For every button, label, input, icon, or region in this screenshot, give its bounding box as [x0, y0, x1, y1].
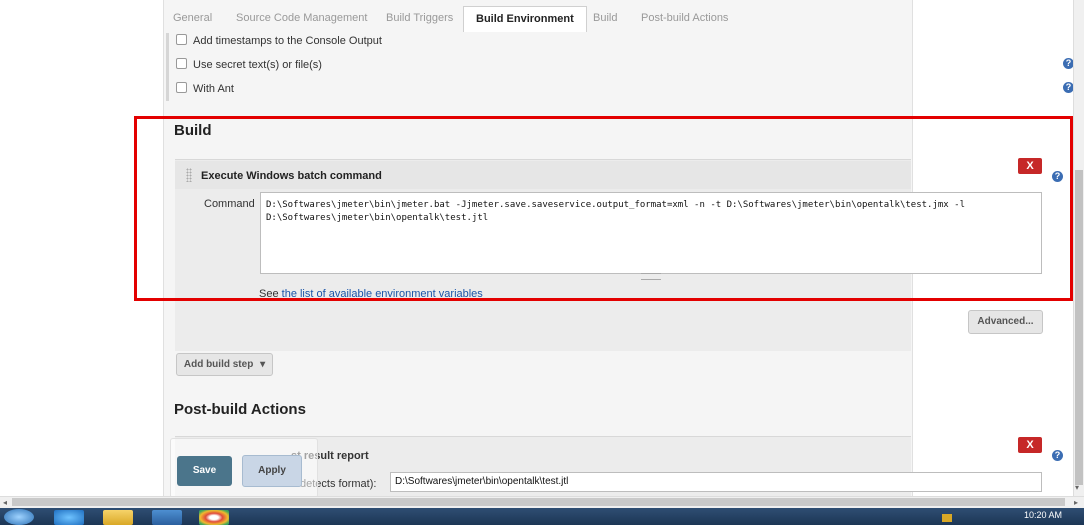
scroll-right-icon[interactable]: ▸: [1074, 498, 1078, 507]
option-with-ant[interactable]: With Ant: [176, 81, 234, 97]
tab-post-build-actions[interactable]: Post-build Actions: [641, 6, 728, 31]
add-build-step-button[interactable]: Add build step ▾: [176, 353, 273, 376]
save-button[interactable]: Save: [177, 456, 232, 486]
tray-icon[interactable]: [942, 514, 952, 522]
post-build-section-title: Post-build Actions: [174, 401, 306, 418]
apply-button[interactable]: Apply: [242, 455, 302, 487]
horizontal-scroll-thumb[interactable]: [12, 498, 1065, 506]
checkbox[interactable]: [176, 82, 187, 93]
advanced-button[interactable]: Advanced...: [968, 310, 1043, 334]
config-tabs: General Source Code Management Build Tri…: [163, 6, 911, 32]
scroll-left-icon[interactable]: ◂: [3, 498, 7, 507]
dropdown-arrow-icon: ▾: [260, 359, 266, 370]
tab-build[interactable]: Build: [593, 6, 617, 31]
checkbox[interactable]: [176, 58, 187, 69]
tab-build-triggers[interactable]: Build Triggers: [386, 6, 453, 31]
help-icon[interactable]: ?: [1052, 450, 1063, 461]
vertical-scroll-thumb[interactable]: [1075, 170, 1083, 485]
internet-explorer-icon[interactable]: [54, 510, 84, 525]
report-files-input[interactable]: D:\Softwares\jmeter\bin\opentalk\test.jt…: [390, 472, 1042, 492]
checkbox[interactable]: [176, 34, 187, 45]
delete-post-build-button[interactable]: X: [1018, 437, 1042, 453]
media-player-icon[interactable]: [152, 510, 182, 525]
section-indent-bar: [166, 33, 169, 101]
clock-time: 10:20 AM: [1024, 510, 1063, 520]
scroll-down-icon[interactable]: ▾: [1075, 483, 1079, 492]
option-add-timestamps[interactable]: Add timestamps to the Console Output: [176, 33, 382, 49]
tab-source-code-management[interactable]: Source Code Management: [236, 6, 367, 31]
tab-general[interactable]: General: [173, 6, 212, 31]
option-use-secret-text[interactable]: Use secret text(s) or file(s): [176, 57, 322, 73]
tab-build-environment[interactable]: Build Environment: [463, 6, 587, 32]
chrome-icon[interactable]: [199, 510, 229, 525]
highlight-box: [134, 116, 1073, 301]
file-explorer-icon[interactable]: [103, 510, 133, 525]
start-button-icon[interactable]: [4, 509, 34, 525]
